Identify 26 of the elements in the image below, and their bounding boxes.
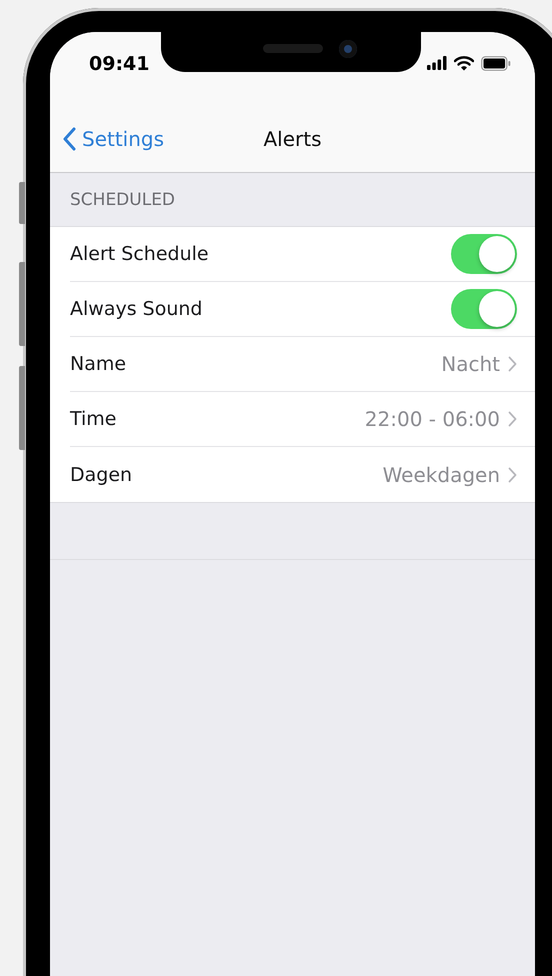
row-value: 22:00 - 06:00 [364, 407, 500, 431]
chevron-left-icon [62, 127, 76, 151]
toggle-switch[interactable] [451, 289, 517, 329]
row-label: Alert Schedule [70, 243, 210, 265]
status-time: 09:41 [89, 52, 150, 74]
signal-icon [427, 56, 447, 70]
chevron-right-icon [508, 411, 517, 427]
chevron-right-icon [508, 466, 517, 482]
row-label: Always Sound [70, 298, 204, 320]
chevron-right-icon [508, 356, 517, 372]
settings-row[interactable]: Name Nacht [70, 337, 535, 392]
back-button[interactable]: Settings [62, 127, 164, 151]
row-value: Nacht [441, 352, 500, 376]
settings-row[interactable]: Time 22:00 - 06:00 [70, 392, 535, 447]
toggle-switch[interactable] [451, 234, 517, 274]
section-title: SCHEDULED [70, 190, 176, 210]
row-label: Dagen [70, 464, 134, 486]
row-value: Weekdagen [382, 462, 500, 486]
camera-icon [339, 40, 357, 58]
nav-title: Alerts [263, 127, 322, 151]
row-label: Name [70, 353, 128, 375]
settings-row[interactable]: Dagen Weekdagen [70, 447, 535, 502]
speaker-icon [263, 44, 323, 53]
wifi-icon [454, 56, 474, 70]
battery-icon [481, 56, 511, 70]
row-label: Time [70, 408, 118, 430]
